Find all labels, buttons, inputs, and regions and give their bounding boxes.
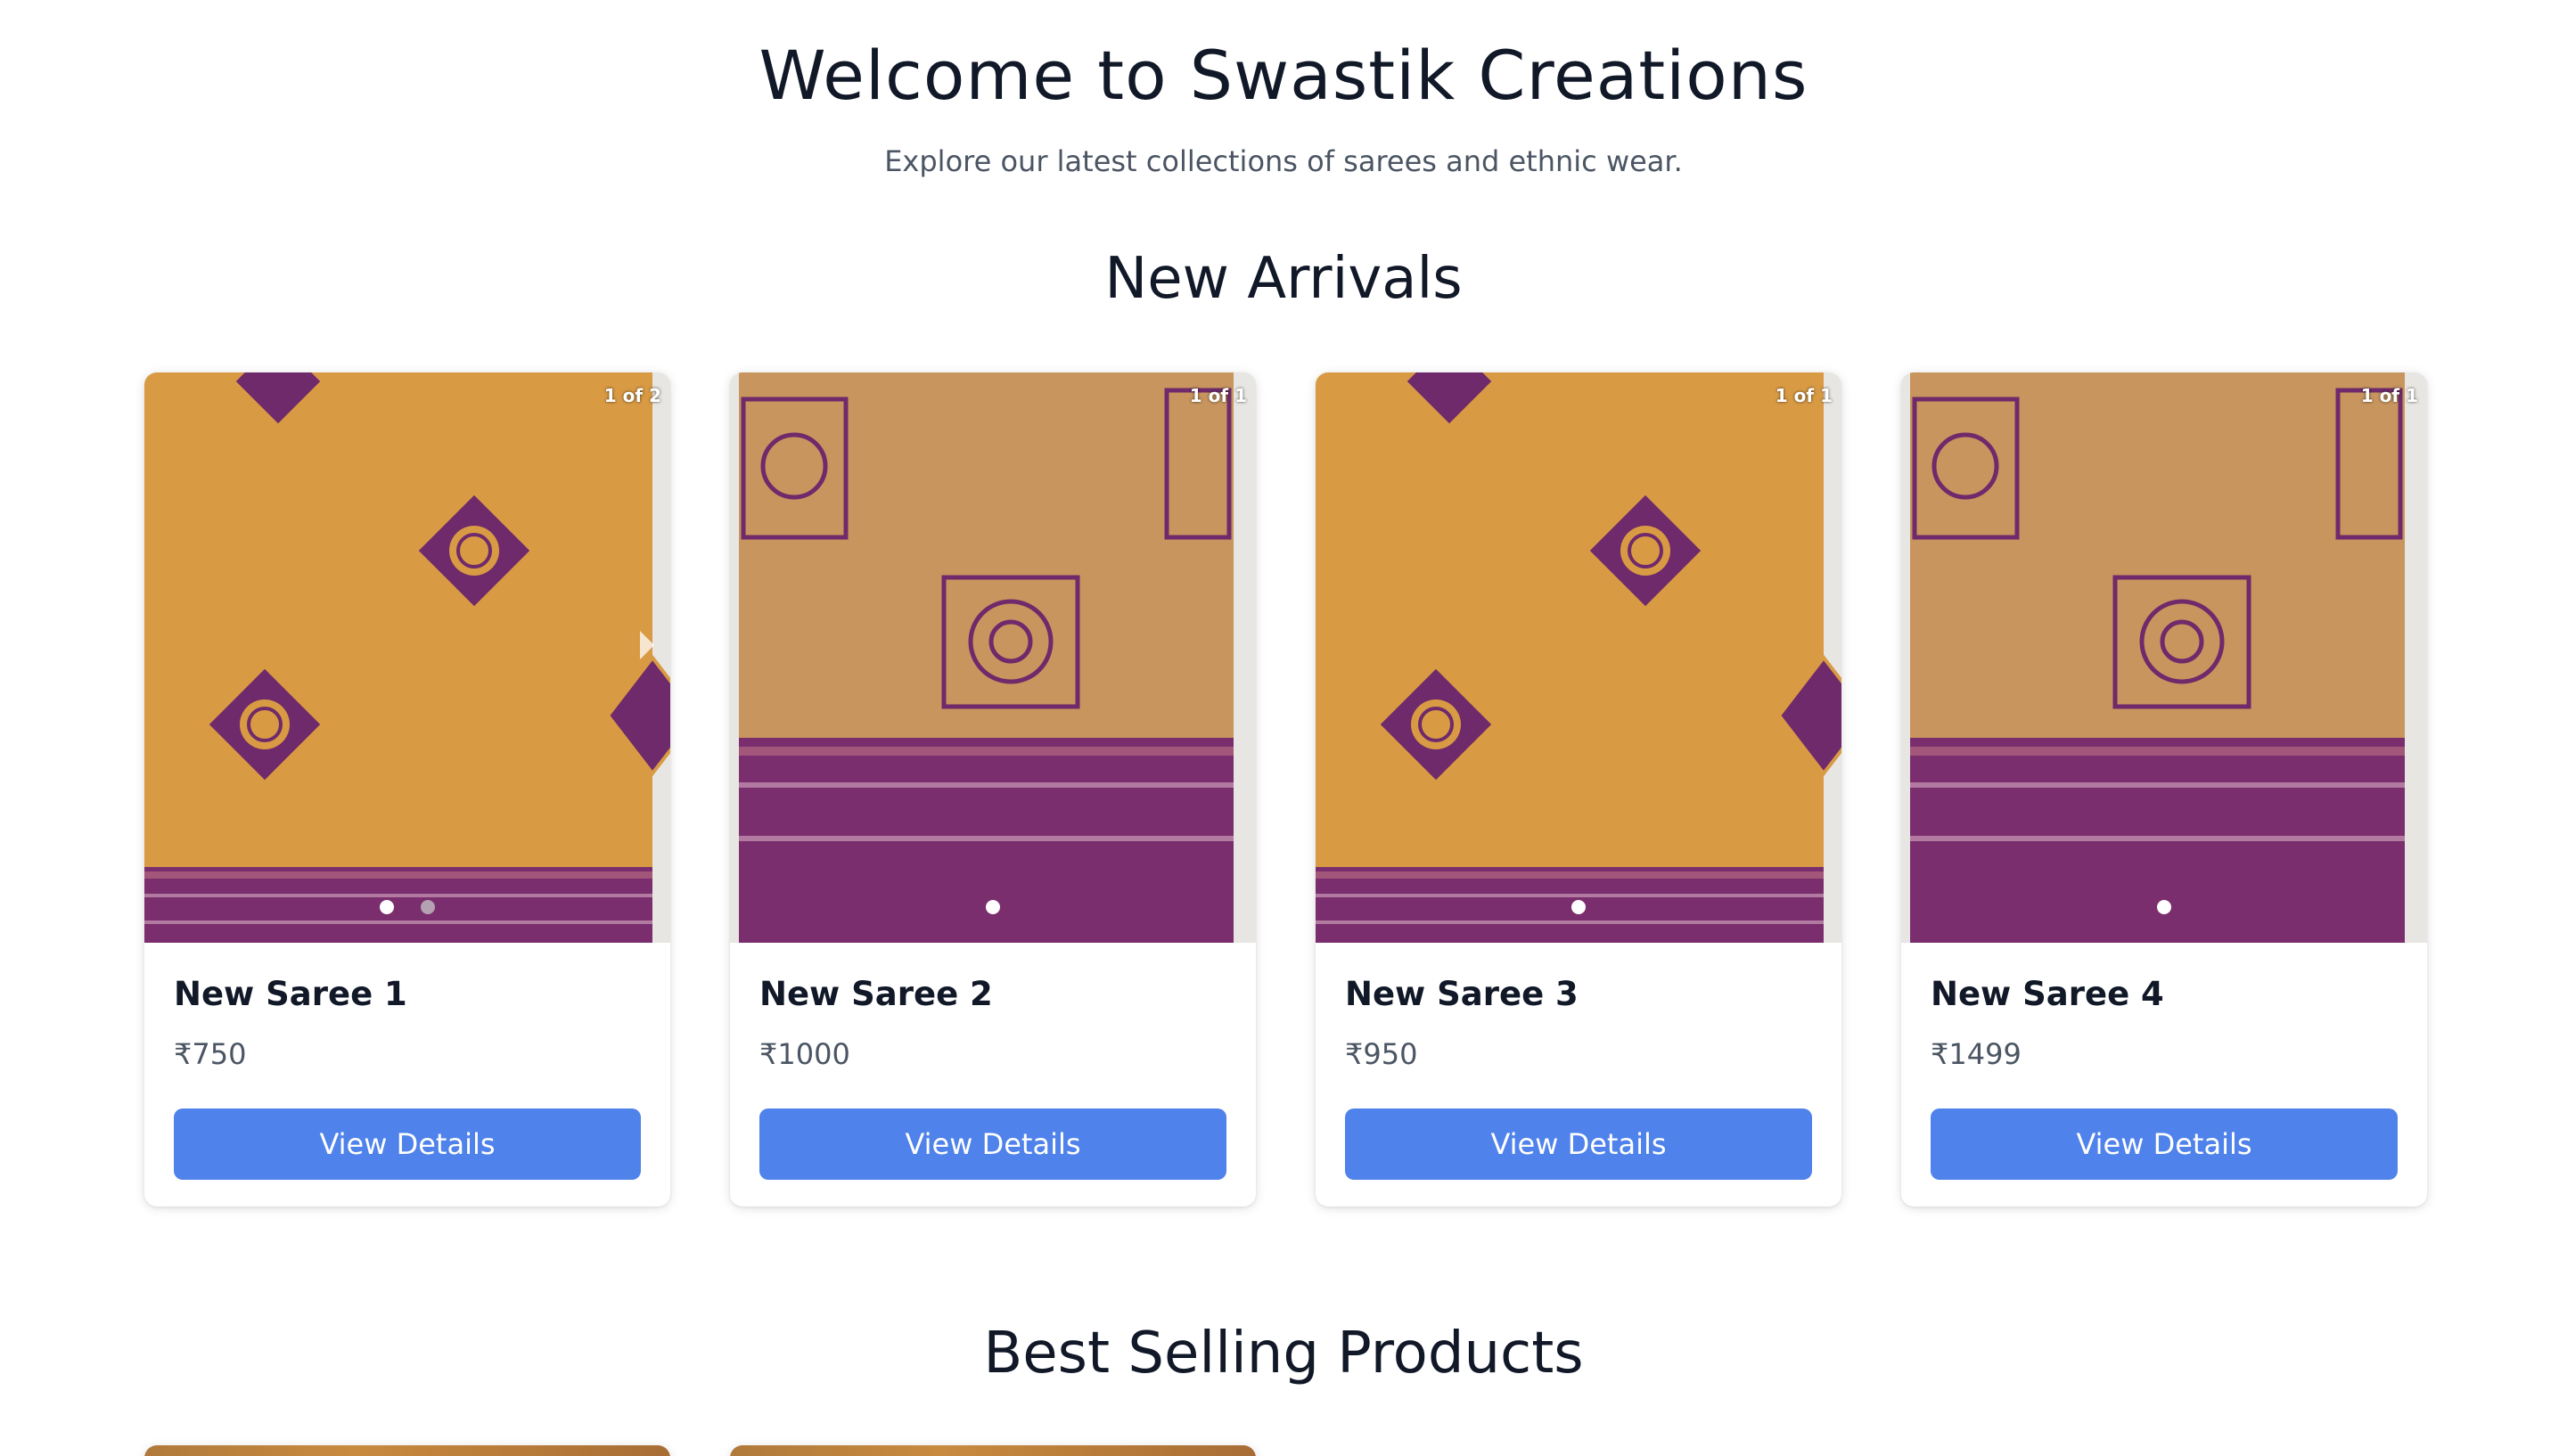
best-selling-card-1[interactable] [144,1445,670,1456]
product-card-4: 1 of 1 New Saree 4 ₹1499 View Details [1901,372,2427,1207]
carousel-dots [1901,900,2427,914]
product-image [144,1445,670,1456]
page-title: Welcome to Swastik Creations [759,36,1808,115]
view-details-button[interactable]: View Details [1931,1108,2398,1180]
view-details-button[interactable]: View Details [174,1108,641,1180]
best-selling-heading: Best Selling Products [983,1321,1584,1386]
view-details-button[interactable]: View Details [759,1108,1226,1180]
saree-peacock-image [1316,372,1841,943]
product-price: ₹1000 [759,1037,850,1071]
product-price: ₹950 [1345,1037,1418,1071]
saree-mandala-image [1901,372,2427,943]
image-counter: 1 of 2 [603,385,661,406]
page-subtitle: Explore our latest collections of sarees… [884,144,1683,178]
carousel-dots [144,900,670,914]
best-selling-card-2[interactable] [730,1445,1256,1456]
carousel-dot-active[interactable] [380,900,394,914]
product-name: New Saree 4 [1931,975,2164,1013]
product-card-1: 1 of 2 New Saree 1 ₹750 View Details [144,372,670,1207]
product-card-2: 1 of 1 New Saree 2 ₹1000 View Details [730,372,1256,1207]
page: Welcome to Swastik Creations Explore our… [0,0,2567,1456]
carousel-dots [730,900,1256,914]
saree-peacock-image [144,372,670,943]
view-details-button[interactable]: View Details [1345,1108,1812,1180]
product-image-carousel[interactable]: 1 of 1 [1901,372,2427,943]
carousel-dots [1316,900,1841,914]
product-card-3: 1 of 1 New Saree 3 ₹950 View Details [1316,372,1841,1207]
carousel-dot-active[interactable] [1571,900,1586,914]
image-counter: 1 of 1 [1775,385,1833,406]
product-name: New Saree 1 [174,975,407,1013]
image-counter: 1 of 1 [1189,385,1247,406]
carousel-dot[interactable] [421,900,435,914]
new-arrivals-heading: New Arrivals [1104,246,1463,312]
image-counter: 1 of 1 [2360,385,2418,406]
product-price: ₹1499 [1931,1037,2022,1071]
product-image-carousel[interactable]: 1 of 1 [1316,372,1841,943]
product-image [730,1445,1256,1456]
product-name: New Saree 2 [759,975,993,1013]
next-image-arrow-icon[interactable] [640,631,654,659]
carousel-dot-active[interactable] [2157,900,2171,914]
product-image-carousel[interactable]: 1 of 2 [144,372,670,943]
saree-mandala-image [730,372,1256,943]
product-image-carousel[interactable]: 1 of 1 [730,372,1256,943]
product-price: ₹750 [174,1037,247,1071]
carousel-dot-active[interactable] [986,900,1000,914]
product-name: New Saree 3 [1345,975,1579,1013]
